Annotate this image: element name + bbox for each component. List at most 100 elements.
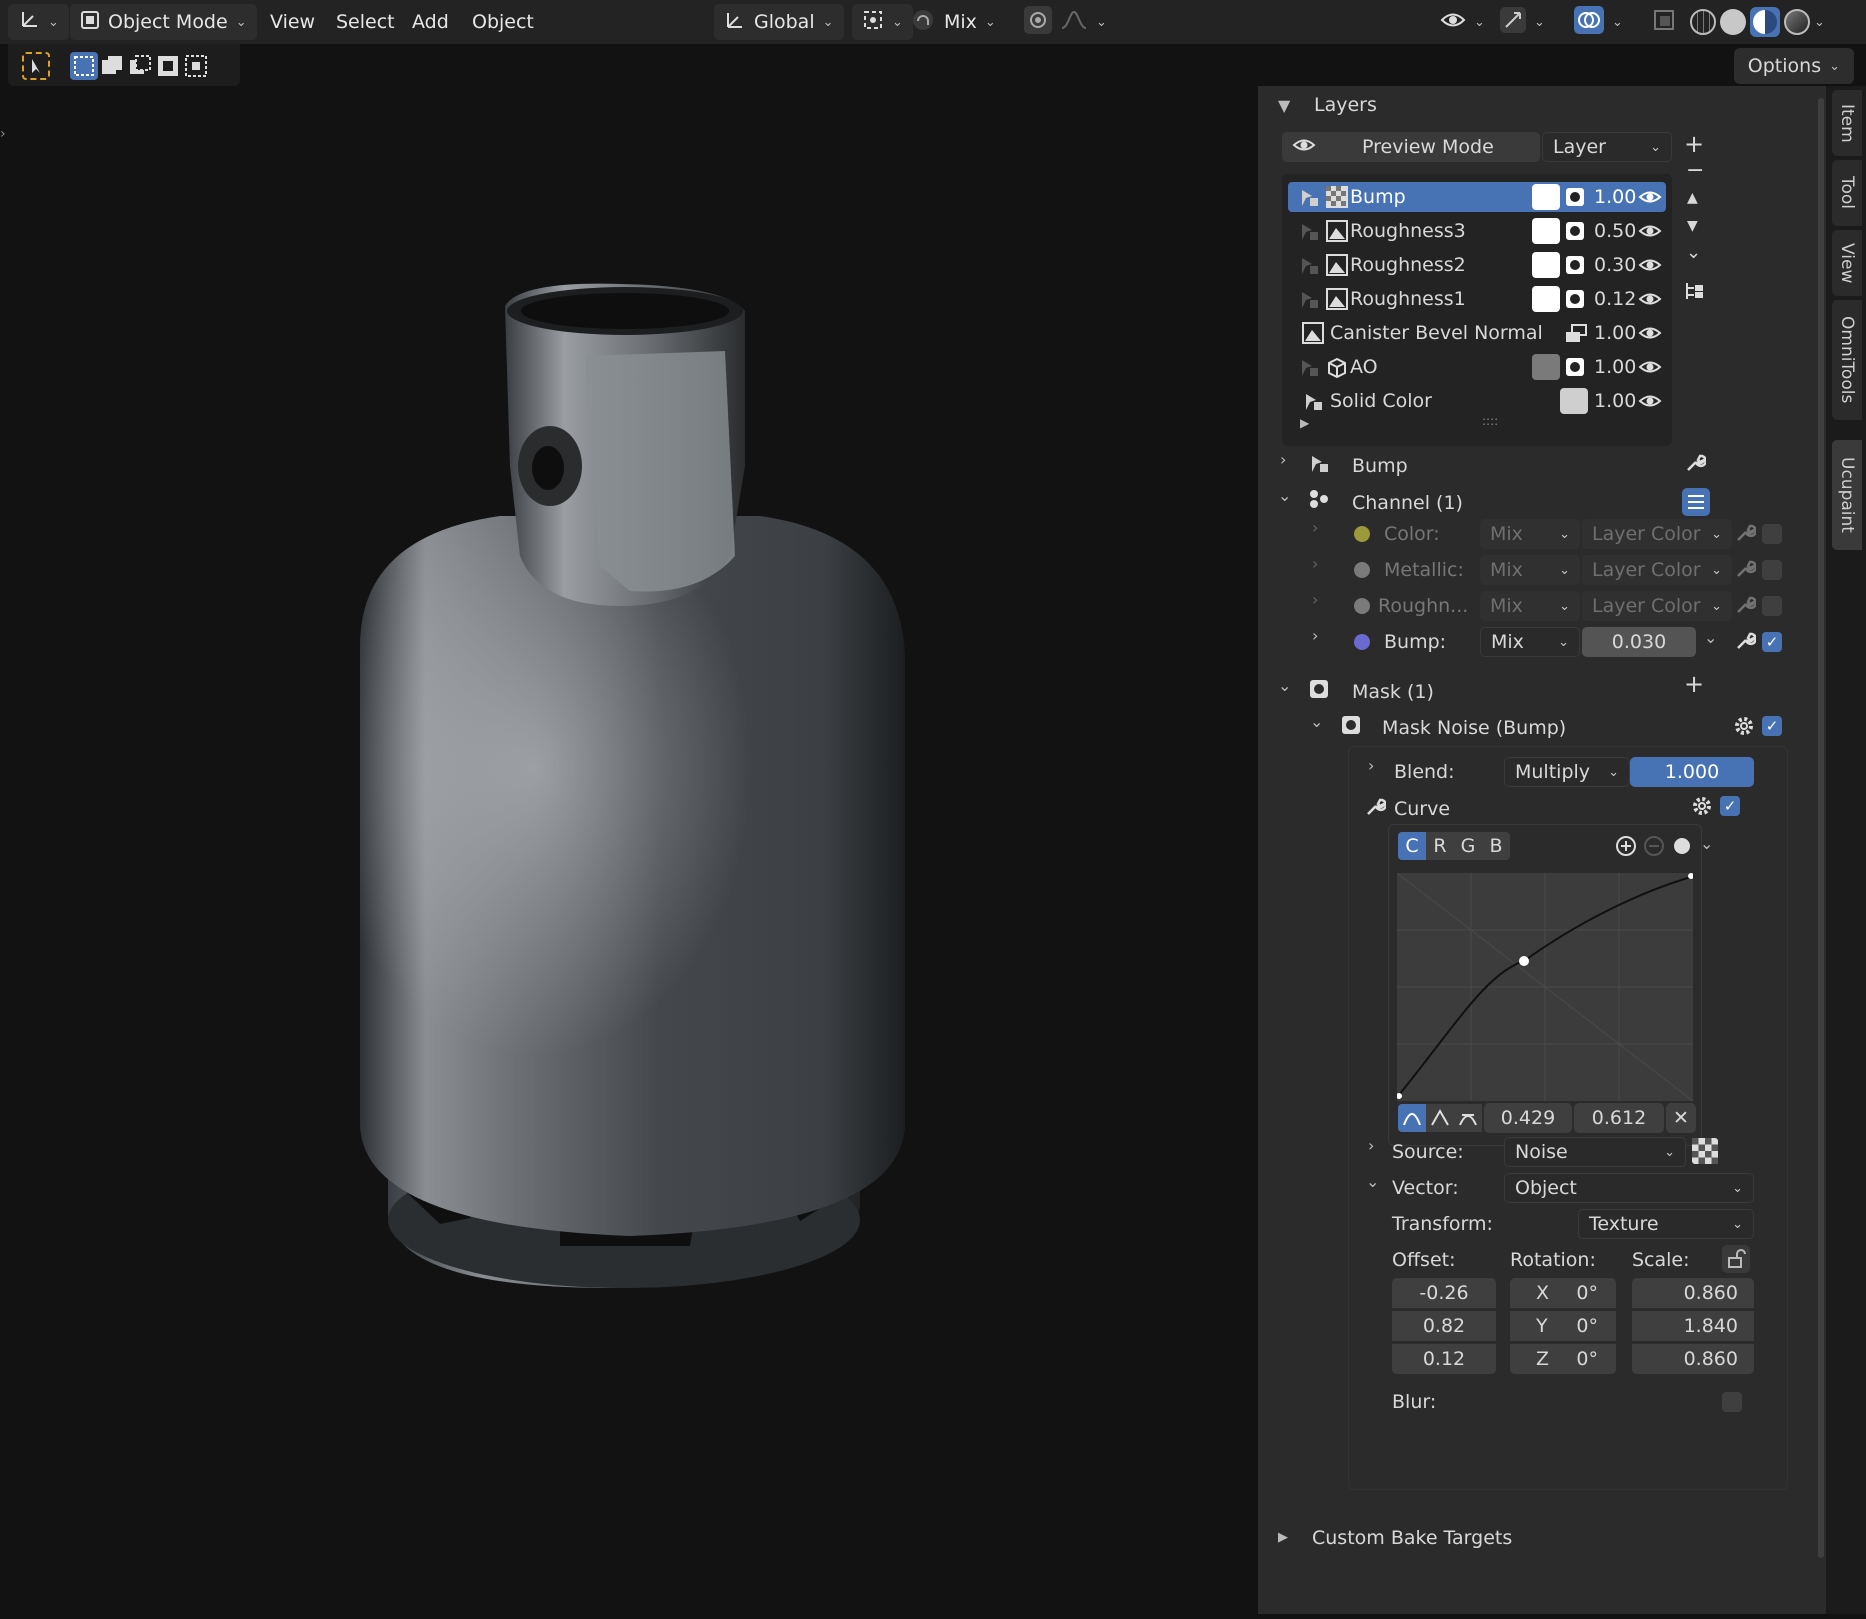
zoom-in-icon[interactable]: [1614, 834, 1638, 863]
mask-toggle-icon[interactable]: [1564, 220, 1586, 247]
menu-add[interactable]: Add: [406, 4, 455, 40]
wrench-icon[interactable]: [1734, 594, 1758, 621]
collapse-chevron-icon[interactable]: ⌄: [1278, 676, 1291, 695]
rendered-shading-icon[interactable]: [1784, 9, 1810, 35]
rotation-z-field[interactable]: Z 0°: [1510, 1344, 1616, 1374]
layer-menu-chevron-icon[interactable]: ⌄: [1686, 242, 1701, 263]
offset-x-field[interactable]: -0.26: [1392, 1278, 1496, 1308]
layer-opacity[interactable]: 1.00: [1594, 319, 1636, 347]
channel-section-title[interactable]: Channel (1): [1352, 489, 1463, 517]
layer-color-swatch[interactable]: [1532, 286, 1560, 312]
wireframe-shading-icon[interactable]: [1690, 9, 1716, 35]
handle-vector-icon[interactable]: [1426, 1104, 1454, 1132]
blend-mode-dropdown[interactable]: Multiply ⌄: [1504, 757, 1630, 787]
orientation-dropdown[interactable]: Global ⌄: [714, 4, 844, 40]
pivot-dropdown[interactable]: ⌄: [852, 4, 913, 40]
tab-omnitools[interactable]: OmniTools: [1832, 300, 1862, 420]
curve-control-point[interactable]: [1519, 956, 1529, 966]
panel-scrollbar[interactable]: [1818, 98, 1824, 1558]
offset-y-field[interactable]: 0.82: [1392, 1311, 1496, 1341]
select-extend-icon[interactable]: [98, 52, 126, 80]
eye-icon[interactable]: [1638, 222, 1662, 245]
material-shading-icon[interactable]: [1750, 7, 1780, 37]
layer-color-swatch[interactable]: [1532, 184, 1560, 210]
move-layer-up-icon[interactable]: ▲: [1687, 190, 1698, 206]
zoom-out-icon[interactable]: [1642, 834, 1666, 863]
expand-chevron-icon[interactable]: ›: [1312, 626, 1318, 645]
channel-blend-dropdown[interactable]: Mix ⌄: [1480, 591, 1580, 621]
overlays-dropdown[interactable]: ⌄: [1574, 4, 1623, 40]
curve-channel-c[interactable]: C: [1398, 832, 1426, 860]
layer-opacity[interactable]: 1.00: [1594, 387, 1636, 415]
tab-view[interactable]: View: [1832, 230, 1862, 296]
select-invert-icon[interactable]: [154, 52, 182, 80]
tab-ucupaint[interactable]: Ucupaint: [1832, 440, 1862, 550]
channel-value-dropdown[interactable]: Layer Color ⌄: [1582, 555, 1732, 585]
layer-opacity[interactable]: 1.00: [1594, 353, 1636, 381]
eye-icon[interactable]: [1638, 256, 1662, 279]
channel-value-dropdown[interactable]: Layer Color ⌄: [1582, 519, 1732, 549]
xray-toggle[interactable]: [1652, 4, 1676, 40]
channel-value-dropdown[interactable]: Layer Color ⌄: [1582, 591, 1732, 621]
collapse-chevron-icon[interactable]: ⌄: [1278, 486, 1291, 505]
preview-mode-button[interactable]: Preview Mode: [1282, 132, 1540, 162]
mask-toggle-icon[interactable]: [1564, 288, 1586, 315]
delete-point-icon[interactable]: ✕: [1666, 1103, 1696, 1133]
move-layer-down-icon[interactable]: ▼: [1687, 218, 1698, 234]
tab-item[interactable]: Item: [1832, 90, 1862, 156]
gear-icon[interactable]: [1690, 794, 1714, 823]
mask-section-title[interactable]: Mask (1): [1352, 678, 1434, 706]
curve-channel-b[interactable]: B: [1482, 832, 1510, 860]
eye-icon[interactable]: [1638, 290, 1662, 313]
curve-channel-r[interactable]: R: [1426, 832, 1454, 860]
rotation-x-field[interactable]: X 0°: [1510, 1278, 1616, 1308]
bump-distance-field[interactable]: 0.030: [1582, 627, 1696, 657]
checker-texture-icon[interactable]: [1692, 1138, 1718, 1169]
chevron-down-icon[interactable]: ⌄: [1700, 834, 1713, 853]
bump-section-title[interactable]: Bump: [1352, 452, 1408, 480]
wrench-icon[interactable]: [1684, 452, 1708, 479]
channel-blend-dropdown[interactable]: Mix ⌄: [1480, 555, 1580, 585]
gizmo-dropdown[interactable]: ⌄: [1500, 4, 1545, 40]
editor-type-button[interactable]: ⌄: [8, 4, 69, 40]
scale-x-field[interactable]: 0.860: [1632, 1278, 1754, 1308]
collapse-chevron-icon[interactable]: ⌄: [1310, 712, 1323, 731]
add-mask-icon[interactable]: +: [1684, 670, 1704, 698]
channel-enable-checkbox[interactable]: [1762, 596, 1782, 616]
rotation-y-field[interactable]: Y 0°: [1510, 1311, 1616, 1341]
add-layer-icon[interactable]: +: [1684, 130, 1704, 158]
curve-point-x-field[interactable]: 0.429: [1484, 1103, 1572, 1133]
handle-auto-clamped-icon[interactable]: [1454, 1104, 1482, 1132]
remove-layer-icon[interactable]: −: [1686, 158, 1704, 183]
eye-icon[interactable]: [1638, 324, 1662, 347]
menu-object[interactable]: Object: [466, 4, 540, 40]
3d-viewport[interactable]: ›: [0, 86, 1258, 1614]
curve-enable-checkbox[interactable]: ✓: [1720, 796, 1740, 816]
layer-opacity[interactable]: 1.00: [1594, 183, 1636, 211]
list-resize-handle[interactable]: ::::: [1482, 414, 1498, 428]
layer-opacity[interactable]: 0.30: [1594, 251, 1636, 279]
preview-target-dropdown[interactable]: Layer ⌄: [1542, 132, 1672, 162]
visibility-dropdown[interactable]: ⌄: [1440, 4, 1485, 40]
custom-bake-targets-title[interactable]: Custom Bake Targets: [1312, 1524, 1512, 1552]
eye-icon[interactable]: [1638, 188, 1662, 211]
layer-row-roughness1[interactable]: Roughness1 0.12: [1288, 284, 1666, 314]
source-dropdown[interactable]: Noise ⌄: [1504, 1137, 1686, 1167]
layer-row-bump[interactable]: Bump 1.00: [1288, 182, 1666, 212]
channel-enable-checkbox[interactable]: [1762, 560, 1782, 580]
collapse-triangle-icon[interactable]: ▼: [1278, 96, 1290, 115]
expand-chevron-icon[interactable]: ›: [1368, 1136, 1374, 1155]
expand-chevron-icon[interactable]: ›: [1368, 756, 1374, 775]
curve-point-y-field[interactable]: 0.612: [1574, 1103, 1664, 1133]
toolbar-expand-icon[interactable]: ›: [0, 126, 6, 142]
wrench-icon[interactable]: [1734, 630, 1758, 657]
curve-channel-g[interactable]: G: [1454, 832, 1482, 860]
lock-scale-icon[interactable]: [1722, 1245, 1750, 1273]
mask-toggle-icon[interactable]: [1564, 356, 1586, 383]
layer-color-swatch[interactable]: [1532, 218, 1560, 244]
channel-blend-dropdown[interactable]: Mix ⌄: [1480, 627, 1580, 657]
tab-tool[interactable]: Tool: [1832, 160, 1862, 226]
layer-color-swatch[interactable]: [1560, 388, 1588, 414]
mask-enable-checkbox[interactable]: ✓: [1762, 716, 1782, 736]
menu-view[interactable]: View: [264, 4, 321, 40]
